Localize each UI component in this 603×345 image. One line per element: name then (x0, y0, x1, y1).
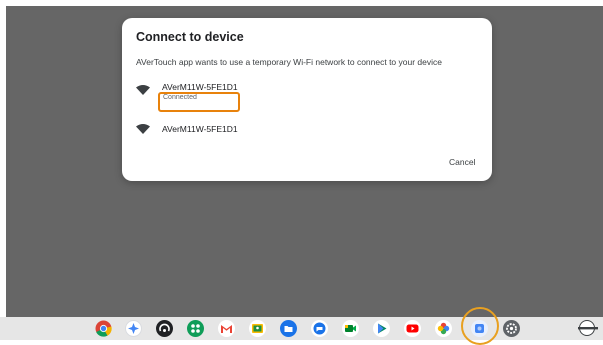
messages-icon[interactable] (311, 320, 328, 337)
youtube-icon[interactable] (404, 320, 421, 337)
screen: Connect to device AVerTouch app wants to… (0, 0, 603, 345)
assistant-icon[interactable] (125, 320, 142, 337)
wifi-icon (136, 124, 150, 134)
chrome-icon[interactable] (95, 320, 112, 337)
dialog-message: AVerTouch app wants to use a temporary W… (136, 57, 442, 67)
avertouch-icon[interactable] (156, 320, 173, 337)
play-store-icon[interactable] (373, 320, 390, 337)
dialog-title: Connect to device (136, 30, 244, 44)
wifi-icon (136, 85, 150, 95)
settings-icon[interactable] (503, 320, 520, 337)
network-item[interactable]: AVerM11W-5FE1D1 (136, 121, 476, 143)
network-name: AVerM11W-5FE1D1 (162, 82, 238, 92)
photos-icon[interactable] (435, 320, 452, 337)
classroom-icon[interactable] (249, 320, 266, 337)
network-name: AVerM11W-5FE1D1 (162, 124, 238, 134)
meet-icon[interactable] (342, 320, 359, 337)
files-icon[interactable] (280, 320, 297, 337)
gmail-icon[interactable] (218, 320, 235, 337)
cancel-button[interactable]: Cancel (449, 157, 475, 167)
status-tray-icon[interactable] (576, 320, 600, 336)
camera-app-highlight-circle (461, 307, 499, 345)
connected-highlight-box (158, 92, 240, 112)
launcher-grid-icon[interactable] (187, 320, 204, 337)
